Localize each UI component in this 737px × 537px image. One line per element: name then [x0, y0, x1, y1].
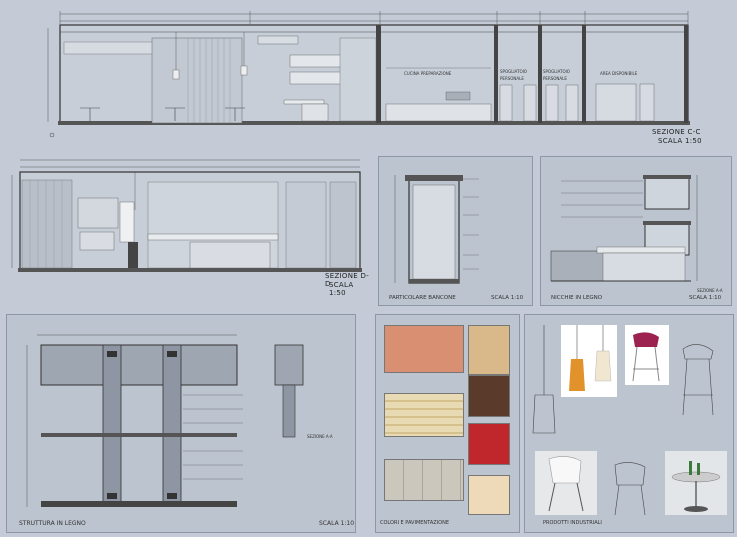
swatch-cream — [468, 475, 510, 515]
bancone-svg — [394, 175, 479, 284]
bancone-scale: SCALA 1:10 — [491, 295, 524, 301]
swatch-grey-tiles — [384, 459, 464, 501]
section-cc-scale: SCALA 1:50 — [658, 137, 702, 145]
room-label-cucina: CUCINA PREPARAZIONE — [404, 71, 452, 76]
bar-stool-magenta-icon — [625, 325, 669, 385]
nicchie-title: NICCHIE IN LEGNO — [551, 295, 603, 301]
chair-white-icon — [535, 451, 597, 515]
nicchie-scale: SCALA 1:10 — [689, 295, 722, 301]
swatch-red — [468, 423, 510, 465]
swatch-terracotta — [384, 325, 464, 373]
panel-colori-pavimentazione: COLORI E PAVIMENTAZIONE — [375, 314, 520, 533]
section-cc-drawing: CUCINA PREPARAZIONE SPOGLIATOIO PERSONAL… — [0, 0, 737, 150]
panel-prodotti-industriali: PRODOTTI INDUSTRIALI — [524, 314, 734, 533]
prodotti-title: PRODOTTI INDUSTRIALI — [543, 520, 602, 526]
struttura-scale: SCALA 1:10 — [319, 520, 355, 527]
struttura-section-label: SEZIONE A-A — [307, 434, 333, 439]
panel-struttura-legno: SEZIONE A-A STRUTTURA IN LEGNO SCALA 1:1… — [6, 314, 356, 533]
struttura-svg — [26, 334, 304, 507]
swatch-wood-dark — [468, 375, 510, 417]
lamp-outline-icon — [529, 325, 559, 435]
swatch-stripes — [384, 393, 464, 437]
section-dd-scale: SCALA 1:50 — [329, 281, 354, 297]
room-label-area: AREA DISPONIBILE — [600, 71, 638, 76]
nicchie-section-label: SEZIONE A-A — [697, 288, 723, 293]
room-label-spogliatoio-2: SPOGLIATOIO PERSONALE — [543, 69, 570, 81]
panel-particolare-bancone: PARTICOLARE BANCONE SCALA 1:10 — [378, 156, 533, 306]
section-dd-svg — [11, 159, 362, 272]
table-round-icon — [665, 451, 727, 515]
section-cc-title: SEZIONE C-C — [652, 128, 701, 136]
nicchie-svg — [550, 175, 698, 282]
bar-stool-wire-icon — [673, 329, 723, 419]
section-dd-drawing: SEZIONE D-D SCALA 1:50 — [0, 150, 370, 300]
bancone-title: PARTICOLARE BANCONE — [389, 295, 456, 301]
pendant-lamp-orange-icon — [561, 325, 617, 397]
swatch-wood-light — [468, 325, 510, 375]
room-label-spogliatoio-1: SPOGLIATOIO PERSONALE — [500, 69, 527, 81]
panel-nicchie-legno: SEZIONE A-A NICCHIE IN LEGNO SCALA 1:10 — [540, 156, 732, 306]
struttura-title: STRUTTURA IN LEGNO — [19, 520, 86, 527]
chair-metal-icon — [605, 455, 655, 519]
colori-title: COLORI E PAVIMENTAZIONE — [380, 520, 449, 526]
